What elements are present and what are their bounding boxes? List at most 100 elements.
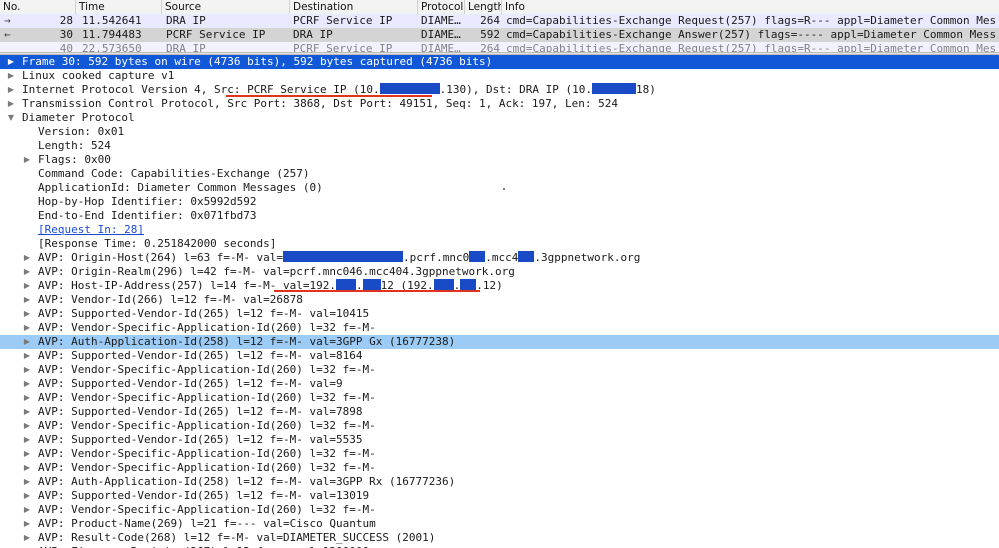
tree-row-diameter[interactable]: ▼ Diameter Protocol	[0, 111, 999, 125]
tree-row-tcp[interactable]: ▶ Transmission Control Protocol, Src Por…	[0, 97, 999, 111]
tree-row-avp[interactable]: ▶ AVP: Result-Code(268) l=12 f=-M- val=DI…	[0, 531, 999, 545]
tree-row-avp[interactable]: ▶ AVP: Auth-Application-Id(258) l=12 f=-M…	[0, 475, 999, 489]
expand-arrow-icon[interactable]: ▶	[22, 475, 32, 489]
expand-arrow-icon[interactable]: ▶	[22, 377, 32, 391]
tree-row-text: AVP: Product-Name(269) l=21 f=--- val=Ci…	[38, 517, 376, 530]
expand-arrow-icon[interactable]: ▶	[22, 293, 32, 307]
expand-arrow-icon[interactable]: ▶	[6, 55, 16, 69]
expand-arrow-icon[interactable]: ▶	[22, 489, 32, 503]
column-info[interactable]: Info	[502, 0, 999, 14]
tree-row-avp[interactable]: ▶ AVP: Vendor-Specific-Application-Id(260…	[0, 363, 999, 377]
expand-arrow-icon[interactable]: ▶	[6, 97, 16, 111]
tree-row-text: AVP: Auth-Application-Id(258) l=12 f=-M-…	[38, 335, 456, 348]
tree-row-avp[interactable]: ▶ AVP: Vendor-Specific-Application-Id(260…	[0, 461, 999, 475]
tree-row-avp[interactable]: ▶ AVP: Supported-Vendor-Id(265) l=12 f=-M…	[0, 489, 999, 503]
tree-row-hop-by-hop[interactable]: Hop-by-Hop Identifier: 0x5992d592	[0, 195, 999, 209]
packet-time: 11.794483	[82, 28, 142, 41]
tree-row-avp[interactable]: ▶ AVP: Product-Name(269) l=21 f=--- val=C…	[0, 517, 999, 531]
packet-details-tree: ▶ Frame 30: 592 bytes on wire (4736 bits…	[0, 55, 999, 548]
column-time[interactable]: Time	[76, 0, 162, 14]
packet-protocol: DIAME…	[421, 28, 461, 41]
tree-row-avp[interactable]: ▶ AVP: Vendor-Specific-Application-Id(260…	[0, 419, 999, 433]
expand-arrow-icon[interactable]: ▶	[22, 349, 32, 363]
tree-row-length[interactable]: Length: 524	[0, 139, 999, 153]
packet-row[interactable]: → 28 11.542641 DRA IP PCRF Service IP DI…	[0, 14, 999, 28]
expand-arrow-icon[interactable]: ▶	[22, 419, 32, 433]
tree-row-avp[interactable]: ▶ AVP: Vendor-Id(266) l=12 f=-M- val=2687…	[0, 293, 999, 307]
collapse-arrow-icon[interactable]: ▼	[6, 111, 16, 125]
tree-row-text: Frame 30: 592 bytes on wire (4736 bits),…	[22, 55, 493, 68]
tree-row-avp-origin-realm[interactable]: ▶ AVP: Origin-Realm(296) l=42 f=-M- val=…	[0, 265, 999, 279]
tree-row-avp[interactable]: ▶ AVP: Auth-Application-Id(258) l=12 f=-M…	[0, 335, 999, 349]
expand-arrow-icon[interactable]: ▶	[22, 363, 32, 377]
tree-row-avp[interactable]: ▶ AVP: Vendor-Specific-Application-Id(260…	[0, 503, 999, 517]
packet-row-selected[interactable]: ← 30 11.794483 PCRF Service IP DRA IP DI…	[0, 28, 999, 42]
tree-row-avp[interactable]: ▶ AVP: Supported-Vendor-Id(265) l=12 f=-M…	[0, 377, 999, 391]
tree-row-text: AVP: Result-Code(268) l=12 f=-M- val=DIA…	[38, 531, 436, 544]
tree-row-linux-cooked[interactable]: ▶ Linux cooked capture v1	[0, 69, 999, 83]
tree-row-avp-host-ip[interactable]: ▶ AVP: Host-IP-Address(257) l=14 f=-M- v…	[0, 279, 999, 293]
tree-row-request-in[interactable]: [Request In: 28]	[0, 223, 999, 237]
tree-row-avp[interactable]: ▶ AVP: Vendor-Specific-Application-Id(260…	[0, 391, 999, 405]
tree-row-text: Flags: 0x00	[38, 153, 111, 166]
packet-destination: DRA IP	[293, 28, 333, 41]
tree-row-avp-origin-host[interactable]: ▶ AVP: Origin-Host(264) l=63 f=-M- val=.…	[0, 251, 999, 265]
redaction-block	[469, 251, 486, 262]
packet-no: 28	[59, 14, 73, 27]
packet-source: DRA IP	[166, 42, 206, 52]
tree-row-text: ApplicationId: Diameter Common Messages …	[38, 181, 323, 194]
expand-arrow-icon[interactable]: ▶	[22, 321, 32, 335]
expand-arrow-icon[interactable]: ▶	[22, 391, 32, 405]
tree-row-avp[interactable]: ▶ AVP: Supported-Vendor-Id(265) l=12 f=-M…	[0, 405, 999, 419]
expand-arrow-icon[interactable]: ▶	[6, 69, 16, 83]
tree-row-avp[interactable]: ▶ AVP: Supported-Vendor-Id(265) l=12 f=-M…	[0, 349, 999, 363]
tree-row-command-code[interactable]: Command Code: Capabilities-Exchange (257…	[0, 167, 999, 181]
tree-row-text: AVP: Origin-Realm(296) l=42 f=-M- val=pc…	[38, 265, 515, 278]
tree-row-avp[interactable]: ▶ AVP: Supported-Vendor-Id(265) l=12 f=-M…	[0, 307, 999, 321]
expand-arrow-icon[interactable]: ▶	[22, 153, 32, 167]
tree-row-frame[interactable]: ▶ Frame 30: 592 bytes on wire (4736 bits…	[0, 55, 999, 69]
column-protocol[interactable]: Protocol	[418, 0, 465, 14]
expand-arrow-icon[interactable]: ▶	[22, 279, 32, 293]
packet-row[interactable]: 40 22.573650 DRA IP PCRF Service IP DIAM…	[0, 42, 999, 52]
tree-row-end-to-end[interactable]: End-to-End Identifier: 0x071fbd73	[0, 209, 999, 223]
tree-row-ipv4[interactable]: ▶ Internet Protocol Version 4, Src: PCRF…	[0, 83, 999, 97]
expand-arrow-icon[interactable]: ▶	[22, 335, 32, 349]
column-length[interactable]: Length	[465, 0, 502, 14]
expand-arrow-icon[interactable]: ▶	[22, 307, 32, 321]
expand-arrow-icon[interactable]: ▶	[22, 461, 32, 475]
column-destination[interactable]: Destination	[290, 0, 418, 14]
packet-length: 264	[480, 42, 500, 52]
expand-arrow-icon[interactable]: ▶	[22, 517, 32, 531]
expand-arrow-icon[interactable]: ▶	[6, 83, 16, 97]
tree-row-application-id[interactable]: ApplicationId: Diameter Common Messages …	[0, 181, 999, 195]
expand-arrow-icon[interactable]: ▶	[22, 405, 32, 419]
expand-arrow-icon[interactable]: ▶	[22, 433, 32, 447]
expand-arrow-icon[interactable]: ▶	[22, 531, 32, 545]
tree-row-text: AVP: Vendor-Specific-Application-Id(260)…	[38, 321, 376, 334]
redaction-block	[518, 251, 535, 262]
redaction-block	[433, 279, 454, 290]
tree-row-avp[interactable]: ▶ AVP: Vendor-Specific-Application-Id(260…	[0, 321, 999, 335]
redaction-block	[591, 83, 636, 94]
request-in-link[interactable]: [Request In: 28]	[38, 223, 144, 237]
tree-row-avp[interactable]: ▶ AVP: Supported-Vendor-Id(265) l=12 f=-M…	[0, 433, 999, 447]
column-no[interactable]: No.	[0, 0, 76, 14]
column-source[interactable]: Source	[162, 0, 290, 14]
tree-row-avp[interactable]: ▶ AVP: Vendor-Specific-Application-Id(260…	[0, 447, 999, 461]
tree-row-text: AVP: Auth-Application-Id(258) l=12 f=-M-…	[38, 475, 456, 488]
tree-row-text: AVP: Vendor-Specific-Application-Id(260)…	[38, 363, 376, 376]
expand-arrow-icon[interactable]: ▶	[22, 447, 32, 461]
tree-row-text: AVP: Vendor-Specific-Application-Id(260)…	[38, 461, 376, 474]
tree-row-text: AVP: Supported-Vendor-Id(265) l=12 f=-M-…	[38, 433, 363, 446]
tree-row-flags[interactable]: ▶ Flags: 0x00	[0, 153, 999, 167]
expand-arrow-icon[interactable]: ▶	[22, 265, 32, 279]
tree-row-text: AVP: Supported-Vendor-Id(265) l=12 f=-M-…	[38, 489, 370, 502]
origin-host-part: .3gppnetwork.org	[534, 251, 641, 264]
tree-row-response-time[interactable]: [Response Time: 0.251842000 seconds]	[0, 237, 999, 251]
expand-arrow-icon[interactable]: ▶	[22, 251, 32, 265]
tree-row-text: Transmission Control Protocol, Src Port:…	[22, 97, 619, 110]
expand-arrow-icon[interactable]: ▶	[22, 503, 32, 517]
tree-row-version[interactable]: Version: 0x01	[0, 125, 999, 139]
stray-dot	[503, 188, 505, 190]
